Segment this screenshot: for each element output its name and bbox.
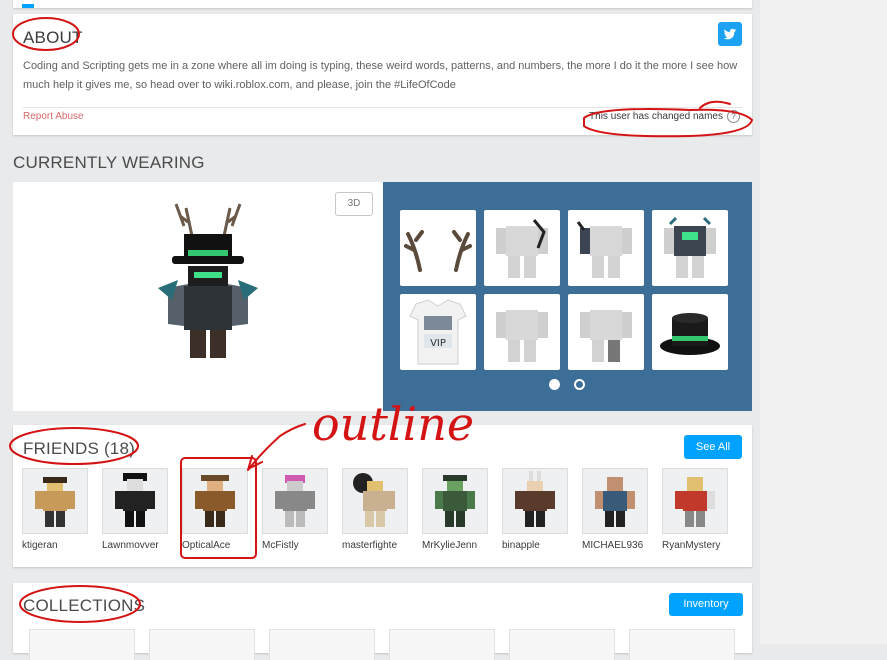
- right-arm-icon[interactable]: [568, 294, 644, 370]
- friend-name[interactable]: McFistly: [262, 540, 334, 551]
- collection-item[interactable]: [149, 629, 255, 660]
- friend-avatar[interactable]: [182, 468, 248, 534]
- arms-icon[interactable]: [568, 210, 644, 286]
- active-tab-indicator: [22, 4, 34, 8]
- report-abuse-link[interactable]: Report Abuse: [23, 111, 84, 122]
- antlers-icon[interactable]: [400, 210, 476, 286]
- friend-card[interactable]: RyanMystery: [662, 468, 728, 551]
- about-section: ABOUT Coding and Scripting gets me in a …: [13, 14, 752, 135]
- collections-title: COLLECTIONS: [23, 596, 146, 615]
- friend-card[interactable]: masterfighte: [342, 468, 408, 551]
- collection-item[interactable]: [29, 629, 135, 660]
- svg-text:VIP: VIP: [430, 338, 446, 349]
- collection-item[interactable]: [629, 629, 735, 660]
- name-change-notice[interactable]: This user has changed names ?: [589, 110, 740, 123]
- top-card-edge: [13, 0, 752, 8]
- friend-name[interactable]: ktigeran: [22, 540, 94, 551]
- friend-card[interactable]: McFistly: [262, 468, 328, 551]
- divider: [23, 107, 742, 108]
- friend-avatar[interactable]: [22, 468, 88, 534]
- torso-icon[interactable]: [652, 210, 728, 286]
- collections-section: COLLECTIONS Inventory: [13, 583, 752, 660]
- friend-avatar[interactable]: [422, 468, 488, 534]
- inventory-button[interactable]: Inventory: [669, 593, 743, 616]
- see-all-button[interactable]: See All: [684, 435, 742, 459]
- collection-item[interactable]: [509, 629, 615, 660]
- twitter-icon[interactable]: [718, 22, 742, 46]
- friends-section: FRIENDS (18) See All ktigeran Lawnmovver…: [13, 425, 752, 567]
- friend-avatar[interactable]: [102, 468, 168, 534]
- friend-name[interactable]: OpticalAce: [182, 540, 254, 551]
- friend-card[interactable]: OpticalAce: [182, 468, 248, 551]
- friend-card[interactable]: Lawnmovver: [102, 468, 168, 551]
- friend-avatar[interactable]: [582, 468, 648, 534]
- friend-name[interactable]: MrKylieJenn: [422, 540, 494, 551]
- friend-avatar[interactable]: [662, 468, 728, 534]
- right-margin: [760, 0, 887, 644]
- about-description: Coding and Scripting gets me in a zone w…: [23, 60, 738, 91]
- left-arm-icon[interactable]: [484, 294, 560, 370]
- friend-name[interactable]: MICHAEL936: [582, 540, 654, 551]
- toggle-3d-button[interactable]: 3D: [335, 192, 373, 216]
- friend-avatar[interactable]: [502, 468, 568, 534]
- friend-name[interactable]: RyanMystery: [662, 540, 734, 551]
- friend-name[interactable]: binapple: [502, 540, 574, 551]
- friend-name[interactable]: Lawnmovver: [102, 540, 174, 551]
- friend-avatar[interactable]: [342, 468, 408, 534]
- avatar-viewer: 3D: [13, 182, 383, 411]
- name-change-label: This user has changed names: [589, 111, 723, 122]
- top-hat-icon[interactable]: [652, 294, 728, 370]
- wearing-items-panel: VIP: [383, 182, 752, 411]
- friend-card[interactable]: binapple: [502, 468, 568, 551]
- friend-name[interactable]: masterfighte: [342, 540, 414, 551]
- friend-avatar[interactable]: [262, 468, 328, 534]
- vip-tshirt-icon[interactable]: VIP: [400, 294, 476, 370]
- avatar-icon: [158, 203, 258, 358]
- friend-card[interactable]: MICHAEL936: [582, 468, 648, 551]
- collection-item[interactable]: [269, 629, 375, 660]
- page-dot-1[interactable]: [549, 379, 560, 390]
- friend-card[interactable]: MrKylieJenn: [422, 468, 488, 551]
- help-icon[interactable]: ?: [727, 110, 740, 123]
- currently-wearing-title: CURRENTLY WEARING: [13, 153, 205, 172]
- friend-card[interactable]: ktigeran: [22, 468, 88, 551]
- shirt-icon[interactable]: [484, 210, 560, 286]
- collection-item[interactable]: [389, 629, 495, 660]
- page-dot-2[interactable]: [574, 379, 585, 390]
- friends-title: FRIENDS (18): [23, 439, 135, 458]
- about-title: ABOUT: [23, 28, 83, 47]
